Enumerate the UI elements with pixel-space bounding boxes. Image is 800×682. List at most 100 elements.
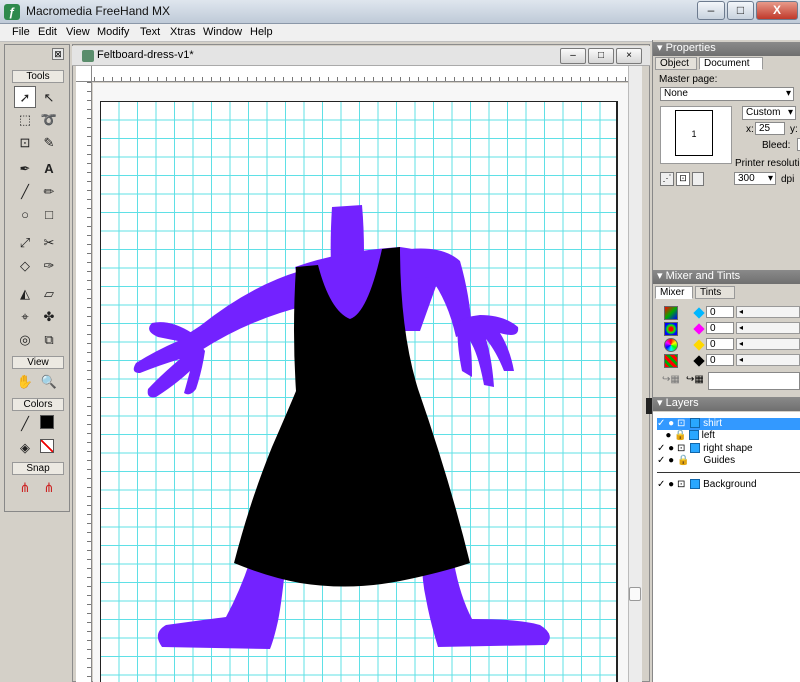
layer-name: Guides — [703, 455, 736, 466]
landscape-icon[interactable]: ⊡ — [676, 172, 690, 186]
freeform-tool-icon[interactable]: ⤢ — [14, 231, 36, 253]
page-thumbnail[interactable]: 1 — [675, 110, 713, 156]
menu-help[interactable]: Help — [250, 26, 273, 38]
yellow-input[interactable]: 0 — [706, 338, 734, 350]
menu-view[interactable]: View — [66, 26, 90, 38]
horizontal-ruler[interactable] — [76, 66, 628, 82]
printer-resolution-label: Printer resolution: — [735, 158, 800, 169]
magenta-input[interactable]: 0 — [706, 322, 734, 334]
hand-tool-icon[interactable]: ✋ — [14, 370, 36, 392]
layer-row-right-shape[interactable]: ✓ ● ⊡ right shape — [657, 443, 800, 455]
rectangle-tool-icon[interactable]: □ — [38, 203, 60, 225]
document-title: Feltboard-dress-v1* — [97, 49, 194, 61]
line-tool-icon[interactable]: ╱ — [14, 180, 36, 202]
brush-tool-icon[interactable]: ✑ — [38, 254, 60, 276]
black-slider[interactable]: ◂ — [736, 354, 800, 366]
color-preview-well[interactable] — [708, 372, 800, 390]
knife-tool-icon[interactable]: ✂ — [38, 231, 60, 253]
zoom-tool-icon[interactable]: 🔍 — [38, 370, 60, 392]
dpi-label: dpi — [781, 174, 795, 185]
doc-maximize-button[interactable]: □ — [588, 48, 614, 64]
maximize-button[interactable]: □ — [727, 1, 754, 20]
yellow-slider[interactable]: ◂ — [736, 338, 800, 350]
cyan-slider[interactable]: ◂ — [736, 306, 800, 318]
layer-row-guides[interactable]: ✓ ● 🔒 Guides — [657, 455, 800, 467]
master-page-select[interactable]: None ▾ — [660, 87, 794, 101]
ruler-origin[interactable] — [76, 66, 92, 82]
mixer-panel-title[interactable]: ▾ Mixer and Tints — [653, 270, 800, 284]
orientation-icon[interactable]: ⋰ — [660, 172, 674, 186]
close-button[interactable]: X — [756, 1, 798, 20]
freehand-app-icon: ƒ — [4, 4, 20, 20]
pointer-tool-icon[interactable]: ➚ — [14, 86, 36, 108]
tab-tints[interactable]: Tints — [695, 286, 735, 299]
eraser-tool-icon[interactable]: ◇ — [14, 254, 36, 276]
system-color-picker-icon[interactable] — [664, 354, 678, 368]
rgb-mode-icon[interactable] — [664, 322, 678, 336]
x-input[interactable]: 25 — [755, 122, 785, 135]
tab-mixer[interactable]: Mixer — [655, 286, 693, 299]
vertical-scroll-thumb[interactable] — [629, 587, 641, 601]
pen-tool-icon[interactable]: ✒ — [14, 157, 36, 179]
layer-name: right shape — [703, 443, 753, 454]
colors-section-title: Colors — [12, 398, 64, 411]
menu-modify[interactable]: Modify — [97, 26, 129, 38]
chevron-down-icon: ▾ — [767, 173, 773, 184]
scale-tool-icon[interactable]: ⊡ — [14, 131, 36, 153]
blend-tool-icon[interactable]: ◎ — [14, 328, 36, 350]
master-page-label: Master page: — [659, 74, 718, 85]
fill-none-swatch[interactable] — [40, 439, 54, 453]
layers-divider — [657, 472, 800, 473]
black-input[interactable]: 0 — [706, 354, 734, 366]
menu-window[interactable]: Window — [203, 26, 242, 38]
pencil-tool-icon[interactable]: ✏ — [38, 180, 60, 202]
page-size-select[interactable]: Custom ▾ — [742, 106, 796, 120]
layer-name: left — [701, 430, 715, 441]
printer-resolution-select[interactable]: 300 ▾ — [734, 172, 776, 185]
tools-close-icon[interactable]: ⊠ — [52, 48, 64, 60]
layer-row-shirt[interactable]: ✓ ● ⊡ shirt — [657, 418, 800, 430]
add-to-swatches-icon[interactable]: ↪▦ — [662, 374, 682, 388]
skew-tool-icon[interactable]: ▱ — [38, 282, 60, 304]
stroke-color-swatch[interactable] — [40, 415, 54, 429]
ellipse-tool-icon[interactable]: ○ — [14, 203, 36, 225]
trace-tool-icon[interactable]: ⌖ — [14, 305, 36, 327]
minimize-button[interactable]: – — [697, 1, 725, 20]
color-grid-icon[interactable]: ↪▦ — [686, 374, 704, 388]
portrait-icon[interactable] — [692, 172, 704, 186]
cmyk-mode-icon[interactable] — [664, 306, 678, 320]
doc-minimize-button[interactable]: – — [560, 48, 586, 64]
graphic-hose-tool-icon[interactable]: ✤ — [38, 305, 60, 327]
snap-to-point-icon[interactable]: ⋔ — [14, 476, 36, 498]
tab-document[interactable]: Document — [699, 57, 763, 70]
properties-panel-title[interactable]: ▾ Properties — [653, 42, 800, 56]
x-label: x: — [746, 124, 754, 135]
subselect-tool-icon[interactable]: ↖ — [38, 86, 60, 108]
menu-file[interactable]: File — [12, 26, 30, 38]
fill-color-icon[interactable]: ◈ — [14, 436, 36, 458]
reflect-tool-icon[interactable]: ◭ — [14, 282, 36, 304]
magenta-slider[interactable]: ◂ — [736, 322, 800, 334]
connector-tool-icon[interactable]: ⧉ — [38, 328, 60, 350]
lasso-tool-icon[interactable]: ➰ — [38, 108, 60, 130]
snap-section-title: Snap — [12, 462, 64, 475]
vertical-ruler[interactable] — [76, 82, 92, 682]
stroke-color-icon[interactable]: ╱ — [14, 412, 36, 434]
menu-xtras[interactable]: Xtras — [170, 26, 196, 38]
snap-to-object-icon[interactable]: ⋔ — [38, 476, 60, 498]
layer-row-background[interactable]: ✓ ● ⊡ Background — [657, 479, 800, 491]
cyan-input[interactable]: 0 — [706, 306, 734, 318]
tab-object[interactable]: Object — [655, 57, 697, 70]
layer-name: Background — [703, 479, 757, 490]
layer-row-left[interactable]: ● 🔒 left — [657, 430, 800, 442]
chevron-down-icon: ▾ — [785, 88, 791, 99]
hls-mode-icon[interactable] — [664, 338, 678, 352]
doc-close-button[interactable]: × — [616, 48, 642, 64]
layers-panel-title[interactable]: ▾ Layers — [653, 397, 800, 411]
page-tool-icon[interactable]: ⬚ — [14, 108, 36, 130]
text-tool-icon[interactable]: A — [38, 157, 60, 179]
eyedropper-tool-icon[interactable]: ✎ — [38, 131, 60, 153]
menu-edit[interactable]: Edit — [38, 26, 57, 38]
menu-text[interactable]: Text — [140, 26, 160, 38]
feltboard-figure[interactable] — [100, 101, 618, 682]
